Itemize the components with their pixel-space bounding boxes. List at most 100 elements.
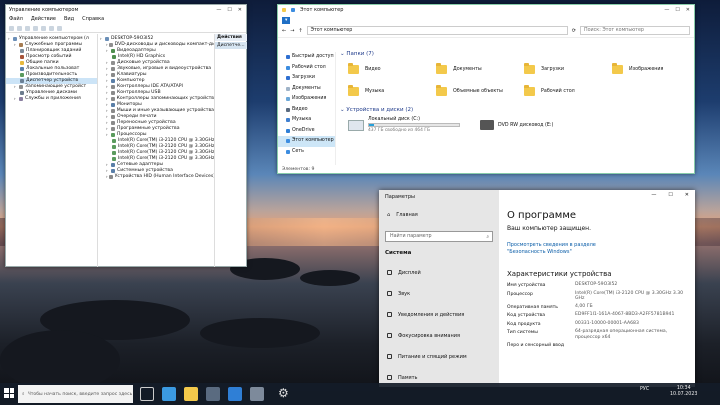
store-icon[interactable] (206, 387, 220, 401)
search-icon: ⌕ (486, 234, 489, 240)
security-link[interactable]: Просмотреть сведения в разделе "Безопасн… (507, 242, 632, 256)
device-manager-taskbar-icon[interactable] (250, 387, 264, 401)
settings-nav-item[interactable]: Питание и спящий режим (379, 346, 499, 367)
expander-icon[interactable]: › (106, 174, 108, 180)
device-icon (111, 133, 115, 137)
taskbar-search[interactable]: ⌕ Чтобы начать поиск, введите запрос здес… (18, 385, 133, 403)
folder-item[interactable]: Документы (436, 59, 524, 79)
nav-item[interactable]: Музыка (278, 115, 335, 126)
back-icon[interactable]: ← (282, 28, 286, 34)
folders-header[interactable]: ⌄ Папки (7) (340, 49, 690, 59)
up-icon[interactable] (25, 26, 30, 31)
minimize-icon[interactable]: — (664, 7, 669, 13)
forward-icon[interactable]: → (290, 28, 294, 34)
device-icon (111, 49, 115, 53)
nav-item[interactable]: Быстрый доступ (278, 52, 335, 63)
tree-item[interactable]: › Службы и приложения (6, 96, 97, 102)
nav-item-label: Рабочий стол (292, 64, 326, 70)
home-item[interactable]: ⌂ Главная (379, 204, 499, 225)
menu-item[interactable]: Вид (64, 15, 74, 24)
language-indicator[interactable]: РУС (640, 387, 649, 392)
settings-window: Параметры ⌂ Главная Найти параметр ⌕ Систе… (379, 190, 695, 387)
close-icon[interactable]: ✕ (685, 192, 689, 198)
folder-item[interactable]: Рабочий стол (524, 81, 612, 101)
close-icon[interactable]: ✕ (238, 5, 242, 15)
folder-label: Музыка (365, 88, 385, 94)
refresh-icon[interactable]: ⟳ (572, 28, 576, 34)
device-icon (112, 151, 116, 155)
expander-icon[interactable]: › (14, 96, 18, 102)
device-icon (111, 79, 115, 83)
task-view-icon[interactable] (140, 387, 154, 401)
settings-gear-icon[interactable]: ⚙ (278, 386, 289, 400)
actions-item[interactable]: Диспетче... (215, 42, 247, 49)
local-disk-item[interactable]: Локальный диск (C:) 437 ГБ свободно из 4… (348, 117, 460, 133)
menu-item[interactable]: Файл (9, 15, 23, 24)
scan-icon[interactable] (57, 26, 62, 31)
folder-icon (348, 84, 359, 96)
back-icon[interactable] (9, 26, 14, 31)
nav-item[interactable]: Рабочий стол (278, 63, 335, 74)
menu-item[interactable]: Справка (82, 15, 104, 24)
folder-item[interactable]: Видео (348, 59, 436, 79)
folder-item[interactable]: Музыка (348, 81, 436, 101)
expander-icon[interactable]: › (8, 36, 12, 42)
dvd-drive-item[interactable]: DVD RW дисковод (E:) (480, 117, 553, 133)
ribbon-file-tab[interactable]: ▾ (282, 17, 291, 24)
tree-item[interactable]: › DVD-дисководы и дисководы компакт-диско… (98, 42, 226, 48)
refresh-icon[interactable] (49, 26, 54, 31)
expander-icon[interactable]: › (106, 48, 110, 54)
search-input[interactable]: Поиск: Этот компьютер (580, 26, 690, 35)
nav-item[interactable]: Документы (278, 84, 335, 95)
up-icon[interactable]: ↑ (298, 28, 302, 34)
address-bar[interactable]: Этот компьютер (306, 26, 568, 35)
properties-icon[interactable] (33, 26, 38, 31)
spec-value: 4,00 ГБ (575, 303, 593, 309)
image-icon (286, 97, 290, 102)
expander-icon[interactable]: › (14, 42, 18, 48)
forward-icon[interactable] (17, 26, 22, 31)
expander-icon[interactable]: › (14, 84, 18, 90)
help-icon[interactable] (41, 26, 46, 31)
folder-item[interactable]: Объемные объекты (436, 81, 524, 101)
nav-item[interactable]: Изображения (278, 94, 335, 105)
nav-item[interactable]: Этот компьютер (278, 136, 335, 147)
settings-search-input[interactable]: Найти параметр ⌕ (385, 231, 493, 242)
maximize-icon[interactable]: ☐ (675, 7, 679, 13)
disk-usage-fill (369, 124, 375, 126)
devices-header[interactable]: ⌄ Устройства и диски (2) (340, 105, 690, 115)
settings-nav-item[interactable]: Звук (379, 283, 499, 304)
device-icon (20, 73, 24, 77)
nav-item[interactable]: OneDrive (278, 126, 335, 137)
edge-icon[interactable] (162, 387, 176, 401)
nav-item[interactable]: Сеть (278, 147, 335, 158)
file-explorer-icon[interactable] (184, 387, 198, 401)
menu-item[interactable]: Действие (31, 15, 56, 24)
minimize-icon[interactable]: — (651, 192, 656, 198)
folder-item[interactable]: Загрузки (524, 59, 612, 79)
settings-nav-item[interactable]: Дисплей (379, 262, 499, 283)
spec-row: Оперативная память 4,00 ГБ (507, 304, 687, 313)
device-icon (19, 43, 23, 47)
settings-nav-item[interactable]: Уведомления и действия (379, 304, 499, 325)
clock[interactable]: 10:34 10.07.2023 (670, 386, 697, 398)
settings-nav-item[interactable]: Фокусировка внимания (379, 325, 499, 346)
device-icon (108, 43, 113, 47)
folder-item[interactable]: Изображения (612, 59, 700, 79)
navigation-pane: Быстрый доступ Рабочий стол Загрузки Докуме… (278, 52, 336, 165)
title-bar: Этот компьютер — ☐ ✕ (278, 5, 694, 15)
start-button[interactable] (4, 388, 14, 398)
tree-item-label: Службы и приложения (25, 96, 81, 101)
expander-icon[interactable]: › (100, 36, 104, 42)
expander-icon[interactable]: › (106, 132, 110, 138)
close-icon[interactable]: ✕ (686, 7, 690, 13)
minimize-icon[interactable]: — (216, 5, 221, 15)
settings-search-placeholder: Найти параметр (390, 234, 432, 239)
nav-item[interactable]: Видео (278, 105, 335, 116)
nav-item[interactable]: Загрузки (278, 73, 335, 84)
tree-item[interactable]: › Устройства HID (Human Interface Devices… (98, 174, 215, 180)
maximize-icon[interactable]: ☐ (668, 192, 672, 198)
mail-icon[interactable] (228, 387, 242, 401)
device-icon (111, 115, 115, 119)
maximize-icon[interactable]: ☐ (227, 5, 231, 15)
